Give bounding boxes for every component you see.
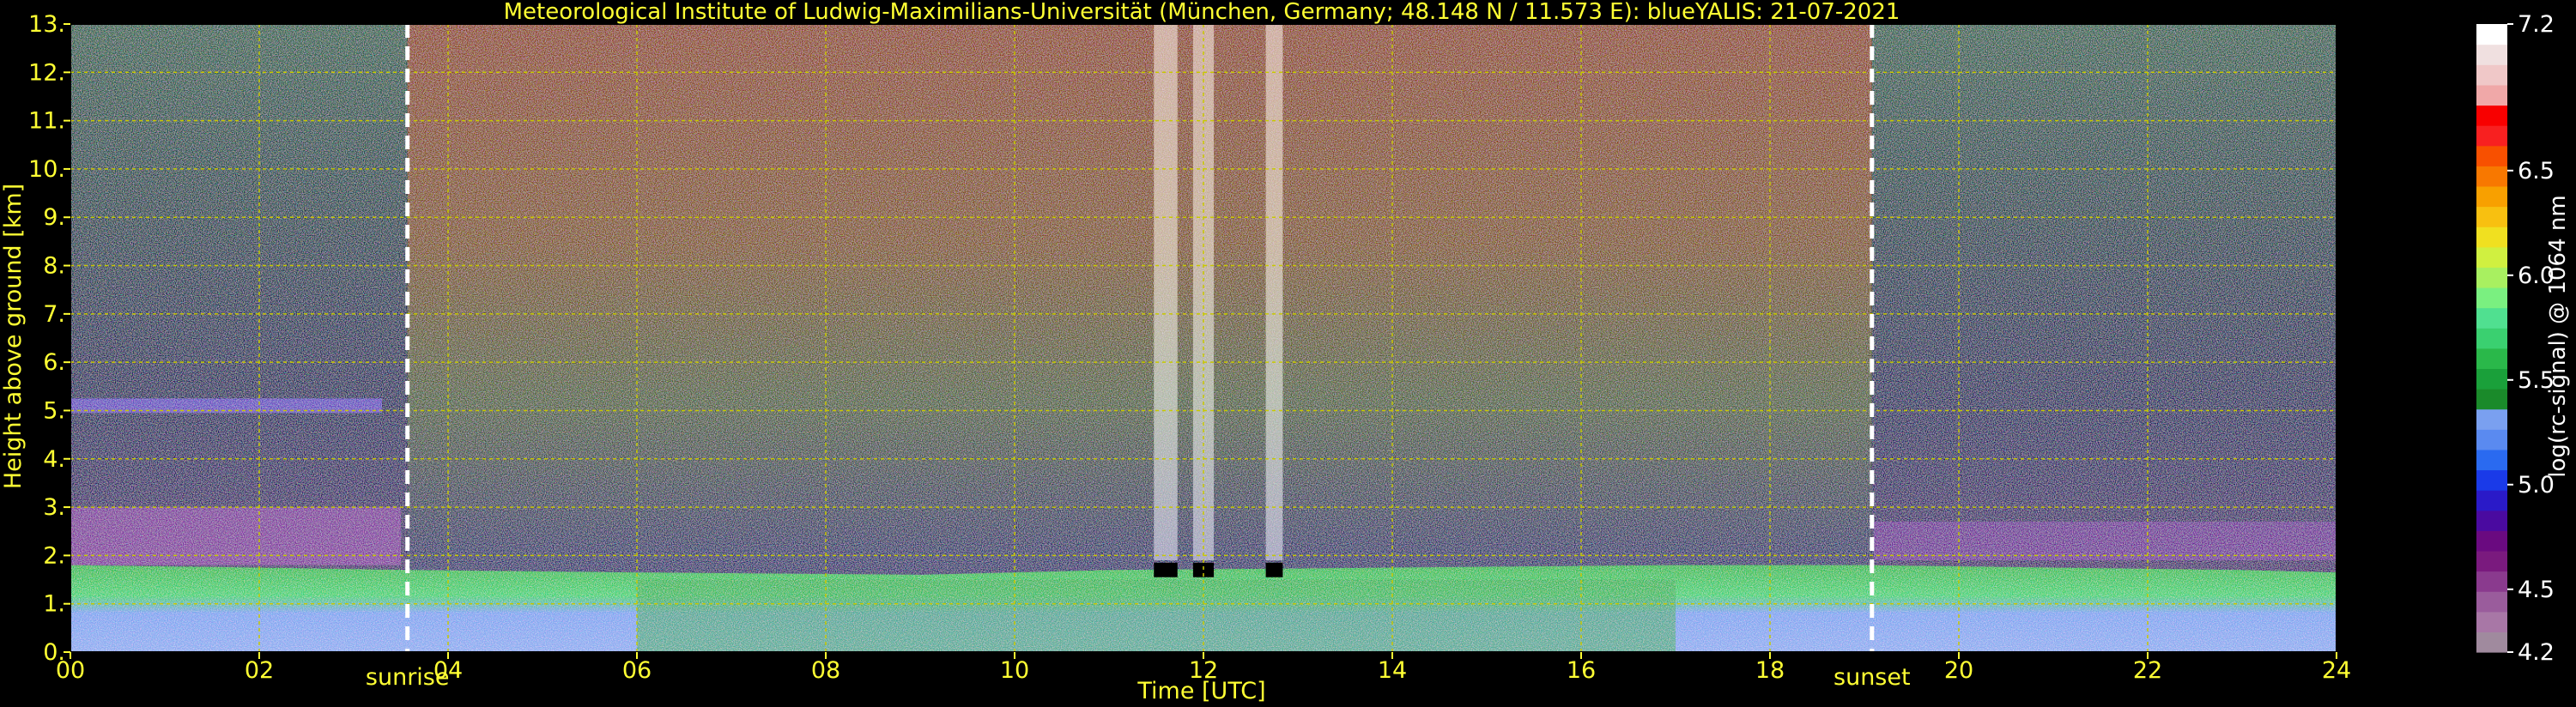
colorbar-segment: [2476, 44, 2507, 65]
colorbar-segment: [2476, 469, 2507, 491]
colorbar-segment: [2476, 166, 2507, 187]
colorbar-segment: [2476, 328, 2507, 349]
colorbar-segment: [2476, 550, 2507, 572]
colorbar-segment: [2476, 267, 2507, 288]
residual-layer: [70, 398, 382, 414]
colorbar-segment: [2476, 368, 2507, 390]
colorbar: 4.24.55.05.56.06.57.2: [2476, 11, 2555, 666]
x-axis-label: Time [UTC]: [1136, 678, 1265, 704]
x-tick-label: 08: [811, 657, 840, 684]
colorbar-segment: [2476, 84, 2507, 106]
y-tick-label: 4.: [43, 446, 65, 473]
y-tick-label: 10.: [28, 156, 65, 183]
colorbar-segment: [2476, 185, 2507, 208]
colorbar-segment: [2476, 571, 2507, 592]
colorbar-segment: [2476, 408, 2507, 430]
colorbar-segment: [2476, 307, 2507, 329]
x-tick-label: 16: [1567, 657, 1596, 684]
aerosol-layer: [1874, 521, 2337, 561]
x-tick-label: 24: [2322, 657, 2351, 684]
x-tick-label: 22: [2133, 657, 2162, 684]
chart-title: Meteorological Institute of Ludwig-Maxim…: [504, 0, 1900, 25]
colorbar-tick-label: 6.5: [2518, 158, 2555, 184]
cloud-base: [1265, 562, 1283, 577]
convective-layer: [637, 579, 1676, 652]
y-tick-label: 9.: [43, 204, 65, 231]
colorbar-label: log(rc-signal) @ 1064 nm: [2545, 195, 2571, 477]
colorbar-segment: [2476, 125, 2507, 147]
day-region: [407, 24, 1872, 652]
x-tick-label: 18: [1755, 657, 1785, 684]
y-tick-label: 5.: [43, 397, 65, 424]
cloud-column: [1265, 24, 1283, 561]
y-tick-label: 7.: [43, 301, 65, 328]
colorbar-segment: [2476, 246, 2507, 268]
colorbar-segment: [2476, 611, 2507, 632]
colorbar-segment: [2476, 530, 2507, 552]
y-axis-label: Height above ground [km]: [0, 184, 27, 489]
x-tick-label: 10: [1000, 657, 1029, 684]
cloud-column: [1154, 24, 1178, 561]
y-tick-label: 12.: [28, 59, 65, 86]
x-tick-label: 14: [1378, 657, 1407, 684]
aerosol-layer: [70, 507, 401, 565]
colorbar-segment: [2476, 510, 2507, 531]
y-tick-label: 13.: [28, 11, 65, 38]
colorbar-segment: [2476, 490, 2507, 511]
colorbar-segment: [2476, 105, 2507, 126]
colorbar-tick-label: 4.2: [2518, 639, 2555, 666]
colorbar-segment: [2476, 64, 2507, 86]
y-tick-label: 0.: [43, 639, 65, 666]
colorbar-segment: [2476, 591, 2507, 613]
colorbar-segment: [2476, 287, 2507, 309]
y-tick-label: 8.: [43, 253, 65, 280]
lidar-quicklook-chart: sunrise sunset 00 02 04 06 08 10 12 14 16 18 20 22 24…: [0, 0, 2571, 704]
y-tick-label: 11.: [28, 108, 65, 135]
x-tick-label: 06: [622, 657, 652, 684]
colorbar-segment: [2476, 347, 2507, 370]
x-tick-label: 02: [245, 657, 274, 684]
y-tick-label: 6.: [43, 349, 65, 376]
sunset-label: sunset: [1834, 664, 1911, 691]
colorbar-segment: [2476, 145, 2507, 166]
colorbar-segment: [2476, 389, 2507, 410]
y-tick-label: 1.: [43, 591, 65, 618]
colorbar-segment: [2476, 24, 2507, 45]
colorbar-segment: [2476, 227, 2507, 248]
colorbar-tick-label: 7.2: [2518, 11, 2555, 38]
colorbar-segment: [2476, 206, 2507, 227]
x-tick-label: 04: [433, 657, 463, 684]
colorbar-segment: [2476, 429, 2507, 450]
colorbar-segment: [2476, 631, 2507, 653]
y-tick-label: 2.: [43, 542, 65, 569]
cloud-base: [1154, 562, 1178, 577]
field-layer: [70, 24, 2337, 652]
x-tick-label: 20: [1944, 657, 1973, 684]
colorbar-segment: [2476, 449, 2507, 471]
colorbar-tick-label: 4.5: [2518, 577, 2555, 603]
y-tick-label: 3.: [43, 494, 65, 521]
backscatter-field: [70, 24, 2337, 652]
